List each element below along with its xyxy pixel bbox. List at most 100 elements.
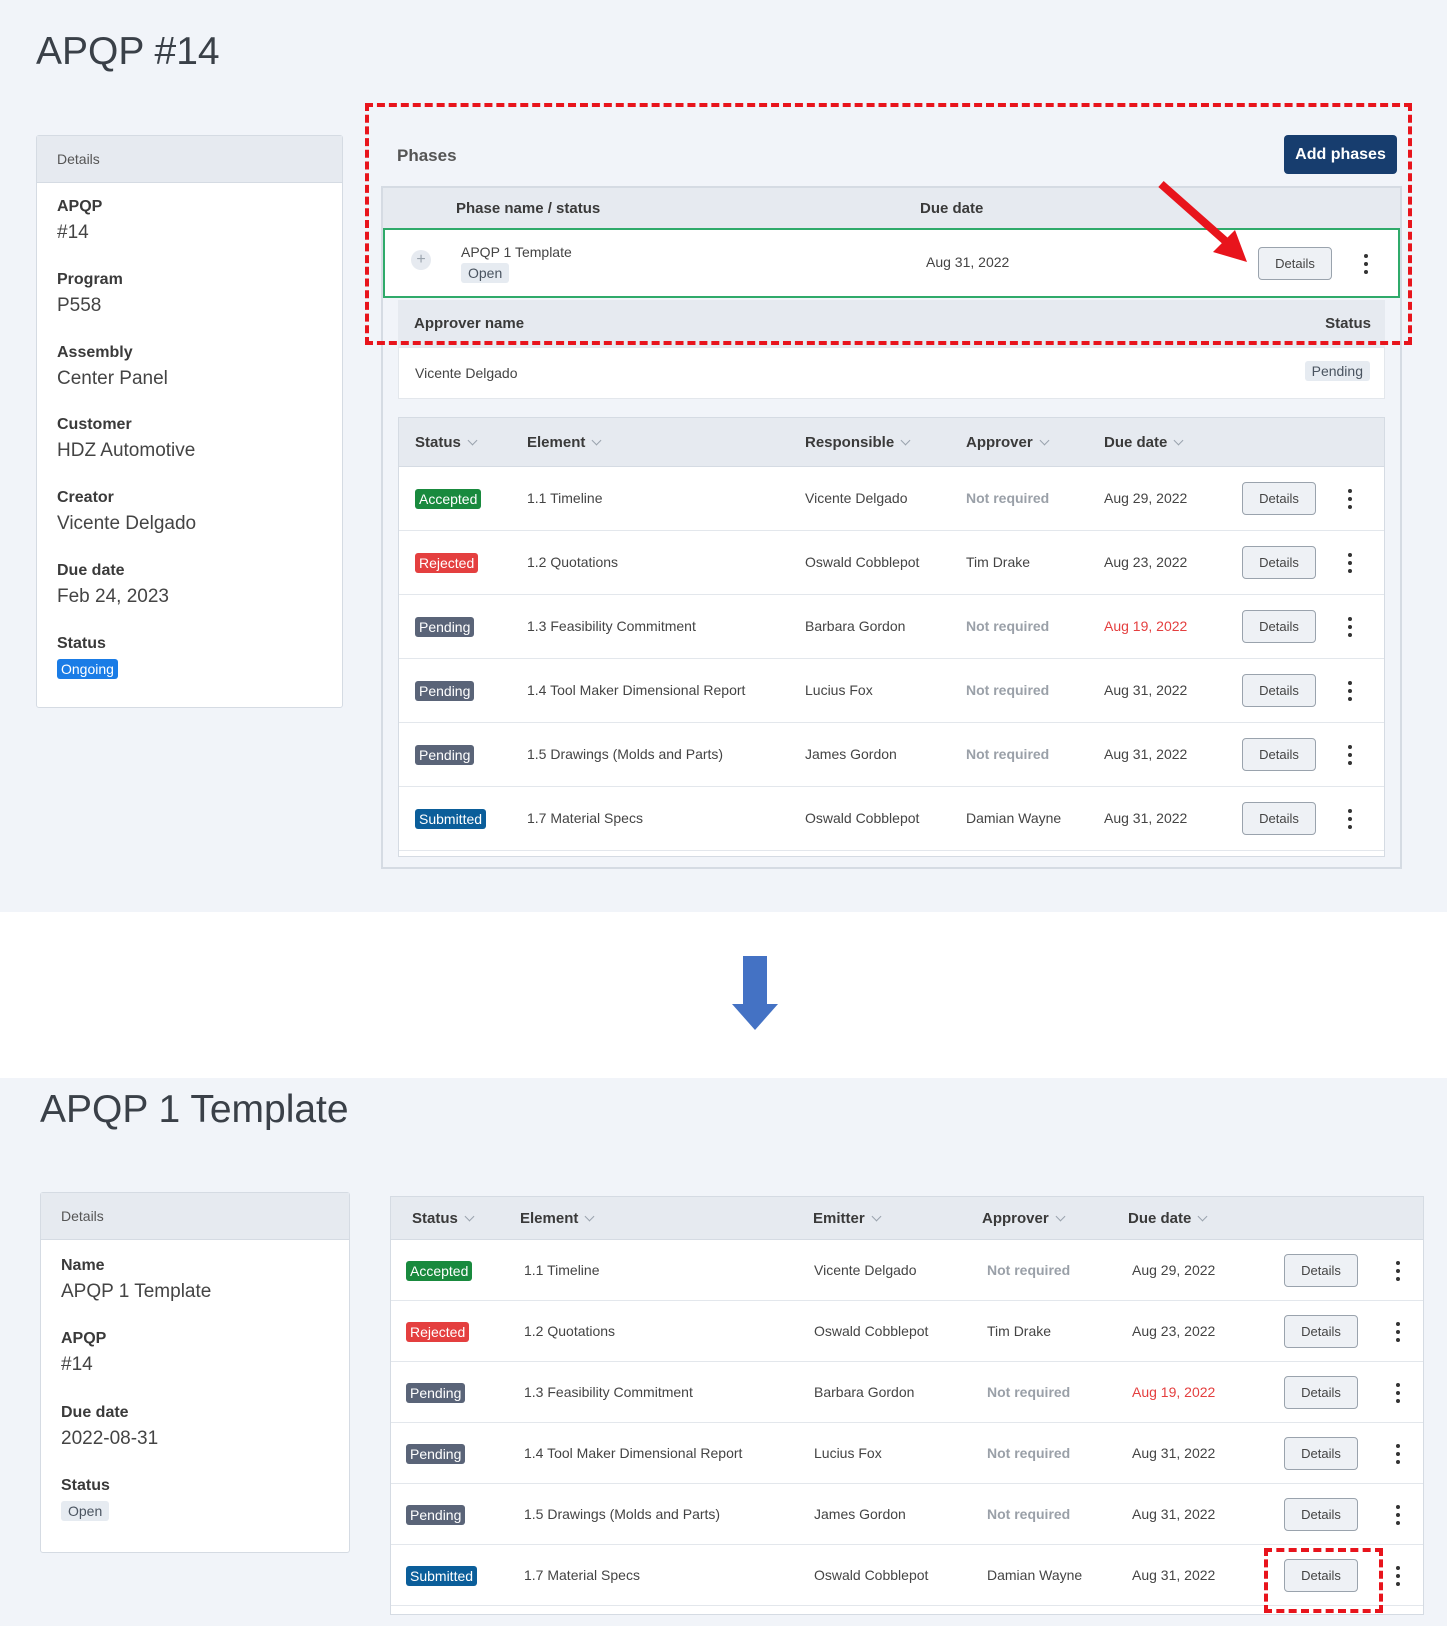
details-button[interactable]: Details bbox=[1284, 1437, 1358, 1470]
approver-name: Not required bbox=[966, 618, 1050, 634]
due-date: Aug 23, 2022 bbox=[1104, 554, 1188, 570]
approver-status-badge: Pending bbox=[1304, 361, 1370, 381]
details-button[interactable]: Details bbox=[1284, 1315, 1358, 1348]
details-button[interactable]: Details bbox=[1284, 1498, 1358, 1531]
kebab-menu-icon[interactable] bbox=[1393, 1566, 1403, 1586]
field-label: Program bbox=[57, 271, 123, 288]
due-date: Aug 31, 2022 bbox=[1104, 746, 1188, 762]
chevron-down-icon bbox=[1173, 435, 1184, 446]
column-header-due-date[interactable]: Due date bbox=[1128, 1210, 1208, 1227]
details-button[interactable]: Details bbox=[1242, 802, 1316, 835]
field-value: #14 bbox=[57, 222, 89, 243]
detail-field-assembly: Assembly Center Panel bbox=[57, 344, 168, 390]
person-name: Lucius Fox bbox=[814, 1445, 882, 1461]
down-arrow-icon bbox=[732, 956, 778, 1030]
table-row: Pending 1.4 Tool Maker Dimensional Report… bbox=[391, 1423, 1423, 1484]
column-header-element[interactable]: Element bbox=[520, 1210, 595, 1227]
detail-field-apqp: APQP #14 bbox=[57, 198, 102, 244]
person-name: Barbara Gordon bbox=[814, 1384, 915, 1400]
top-screenshot: APQP #14 Details APQP #14 Program P558 A… bbox=[0, 0, 1447, 912]
details-button[interactable]: Details bbox=[1284, 1254, 1358, 1287]
person-name: Barbara Gordon bbox=[805, 618, 906, 634]
approver-name: Not required bbox=[987, 1384, 1071, 1400]
details-card-header: Details bbox=[41, 1193, 349, 1240]
table-row: Pending 1.5 Drawings (Molds and Parts) Jam… bbox=[391, 1484, 1423, 1545]
kebab-menu-icon[interactable] bbox=[1345, 809, 1355, 829]
detail-field-program: Program P558 bbox=[57, 271, 123, 317]
status-badge: Rejected bbox=[415, 553, 479, 573]
field-label: APQP bbox=[57, 198, 103, 215]
chevron-down-icon bbox=[1197, 1211, 1208, 1222]
approver-name: Tim Drake bbox=[987, 1323, 1052, 1339]
element-name: 1.7 Material Specs bbox=[524, 1567, 640, 1583]
field-label: Due date bbox=[57, 562, 125, 579]
chevron-down-icon bbox=[1039, 435, 1050, 446]
column-header-status[interactable]: Status bbox=[412, 1210, 475, 1227]
pointer-arrow bbox=[1158, 181, 1247, 262]
element-name: 1.3 Feasibility Commitment bbox=[527, 618, 696, 634]
kebab-menu-icon[interactable] bbox=[1393, 1383, 1403, 1403]
field-value: HDZ Automotive bbox=[57, 440, 196, 461]
kebab-menu-icon[interactable] bbox=[1393, 1261, 1403, 1281]
table-row: Accepted 1.1 Timeline Vicente Delgado Not r… bbox=[391, 1240, 1423, 1301]
field-value: Vicente Delgado bbox=[57, 513, 197, 534]
chevron-down-icon bbox=[467, 435, 478, 446]
field-value: APQP 1 Template bbox=[61, 1281, 212, 1302]
elements-table-header: Status Element Emitter Approver Due date bbox=[391, 1197, 1423, 1240]
kebab-menu-icon[interactable] bbox=[1345, 617, 1355, 637]
field-label: Status bbox=[61, 1477, 110, 1494]
element-name: 1.2 Quotations bbox=[524, 1323, 616, 1339]
due-date: Aug 31, 2022 bbox=[1132, 1445, 1216, 1461]
status-badge: Pending bbox=[406, 1505, 466, 1525]
status-badge: Ongoing bbox=[57, 659, 118, 679]
kebab-menu-icon[interactable] bbox=[1345, 489, 1355, 509]
details-button[interactable]: Details bbox=[1242, 674, 1316, 707]
element-name: 1.7 Material Specs bbox=[527, 810, 643, 826]
chevron-down-icon bbox=[464, 1211, 475, 1222]
column-header-status[interactable]: Status bbox=[415, 434, 478, 451]
field-label: Name bbox=[61, 1257, 105, 1274]
column-header-due-date[interactable]: Due date bbox=[1104, 434, 1184, 451]
table-row: Submitted 1.7 Material Specs Oswald Cobble… bbox=[399, 787, 1384, 851]
column-header-element[interactable]: Element bbox=[527, 434, 602, 451]
element-name: 1.5 Drawings (Molds and Parts) bbox=[527, 746, 724, 762]
approver-name: Not required bbox=[987, 1445, 1071, 1461]
kebab-menu-icon[interactable] bbox=[1345, 681, 1355, 701]
field-label: Assembly bbox=[57, 344, 133, 361]
kebab-menu-icon[interactable] bbox=[1393, 1322, 1403, 1342]
field-label: Customer bbox=[57, 416, 132, 433]
kebab-menu-icon[interactable] bbox=[1345, 745, 1355, 765]
page-title: APQP 1 Template bbox=[40, 1088, 349, 1131]
column-header-responsible[interactable]: Responsible bbox=[805, 434, 911, 451]
table-row: Accepted 1.1 Timeline Vicente Delgado Not r… bbox=[399, 467, 1384, 531]
element-name: 1.3 Feasibility Commitment bbox=[524, 1384, 693, 1400]
column-header-approver[interactable]: Approver bbox=[966, 434, 1050, 451]
kebab-menu-icon[interactable] bbox=[1345, 553, 1355, 573]
table-row: Pending 1.3 Feasibility Commitment Barbara… bbox=[399, 595, 1384, 659]
table-row: Pending 1.5 Drawings (Molds and Parts) Jam… bbox=[399, 723, 1384, 787]
column-header-emitter[interactable]: Emitter bbox=[813, 1210, 882, 1227]
column-header-approver[interactable]: Approver bbox=[982, 1210, 1066, 1227]
element-name: 1.4 Tool Maker Dimensional Report bbox=[527, 682, 746, 698]
element-name: 1.2 Quotations bbox=[527, 554, 619, 570]
details-button[interactable]: Details bbox=[1242, 738, 1316, 771]
chevron-down-icon bbox=[900, 435, 911, 446]
field-label: APQP bbox=[61, 1330, 107, 1347]
status-badge: Pending bbox=[415, 681, 475, 701]
chevron-down-icon bbox=[591, 435, 602, 446]
approver-name: Damian Wayne bbox=[966, 810, 1062, 826]
detail-field-customer: Customer HDZ Automotive bbox=[57, 416, 195, 462]
due-date: Aug 23, 2022 bbox=[1132, 1323, 1216, 1339]
approver-name: Tim Drake bbox=[966, 554, 1031, 570]
person-name: Oswald Cobblepot bbox=[805, 810, 920, 826]
details-button[interactable]: Details bbox=[1242, 546, 1316, 579]
kebab-menu-icon[interactable] bbox=[1393, 1444, 1403, 1464]
kebab-menu-icon[interactable] bbox=[1393, 1505, 1403, 1525]
elements-table-header: Status Element Responsible Approver Due … bbox=[399, 418, 1384, 467]
detail-field-status: Status Open bbox=[61, 1477, 110, 1521]
details-card-header: Details bbox=[37, 136, 342, 183]
due-date: Aug 31, 2022 bbox=[1132, 1567, 1216, 1583]
details-button[interactable]: Details bbox=[1242, 610, 1316, 643]
details-button[interactable]: Details bbox=[1242, 482, 1316, 515]
details-button[interactable]: Details bbox=[1284, 1376, 1358, 1409]
